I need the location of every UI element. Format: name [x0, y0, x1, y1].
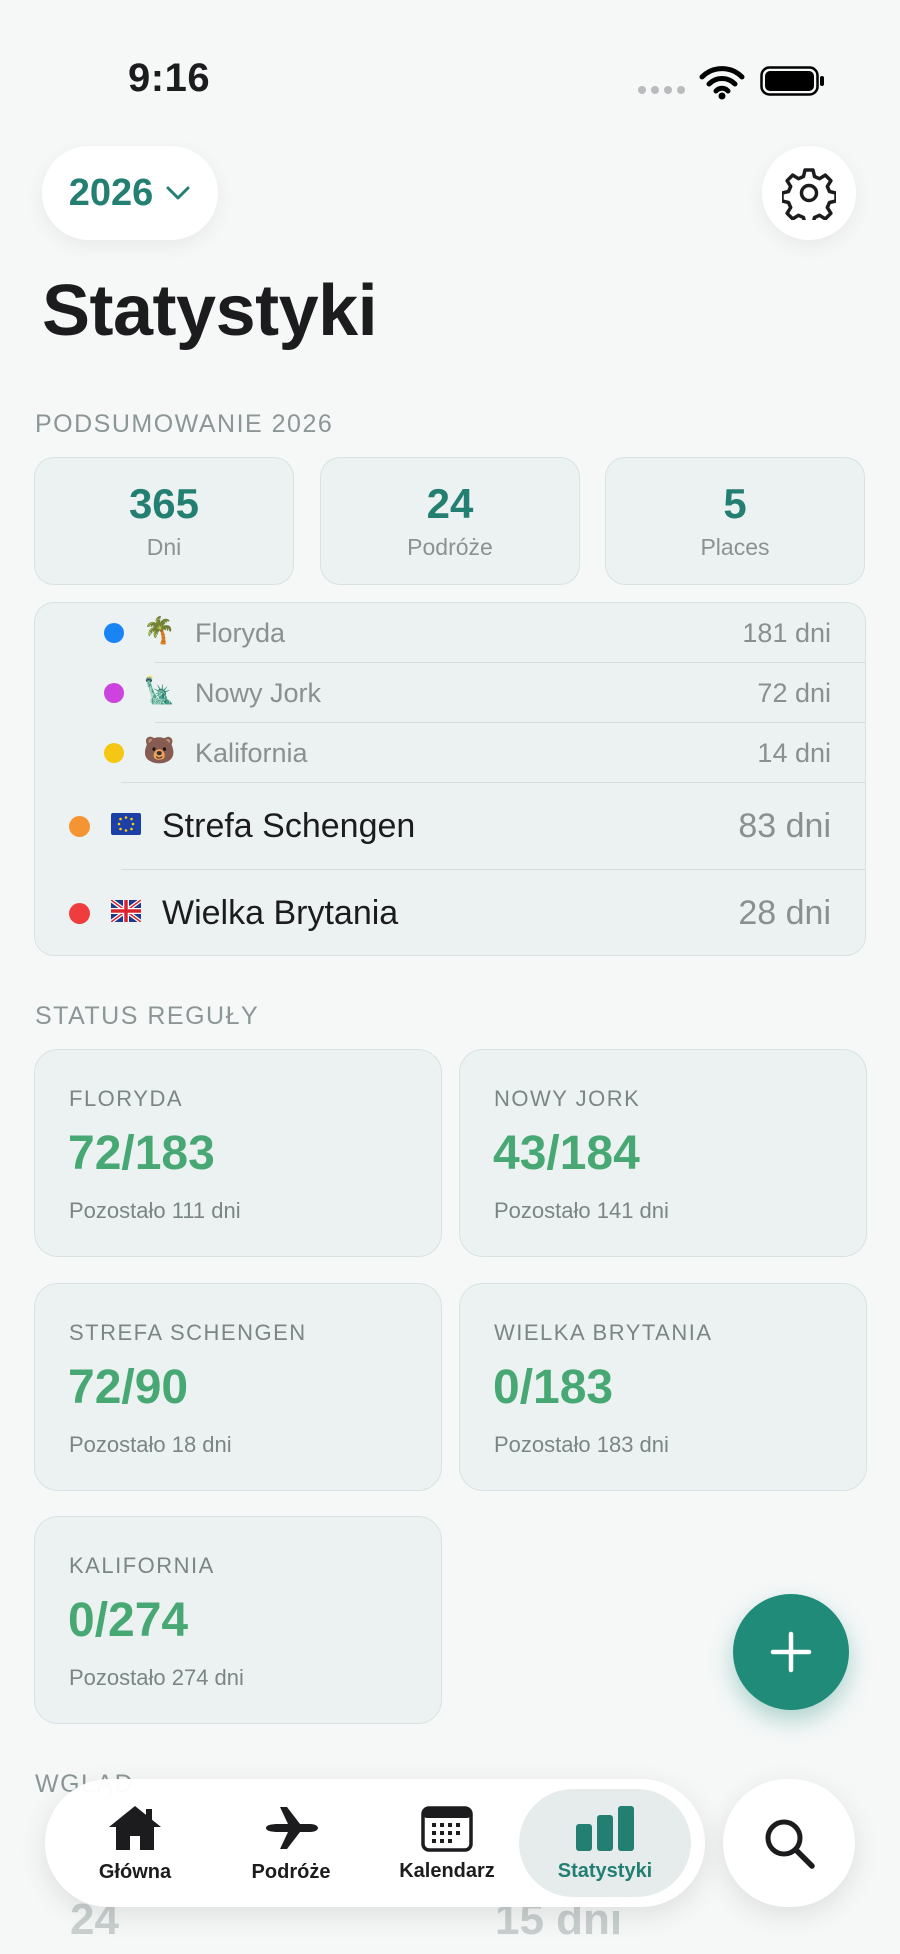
- rule-card-kalifornia[interactable]: KALIFORNIA 0/274 Pozostało 274 dni: [34, 1516, 442, 1724]
- rule-value: 0/274: [68, 1594, 189, 1647]
- tab-label: Główna: [98, 1860, 172, 1883]
- gear-icon: [782, 168, 836, 220]
- add-trip-button[interactable]: [733, 1594, 849, 1710]
- wifi-icon: [699, 66, 745, 100]
- eu-flag-icon: [111, 813, 141, 835]
- tab-calendar[interactable]: Kalendarz: [377, 1779, 517, 1907]
- status-time: 9:16: [128, 56, 211, 100]
- rule-remaining: Pozostało 18 dni: [69, 1432, 232, 1457]
- summary-value: 24: [426, 480, 474, 528]
- list-item[interactable]: Wielka Brytania 28 dni: [35, 870, 865, 955]
- rule-value: 72/183: [68, 1127, 215, 1180]
- rules-section-label: STATUS REGUŁY: [35, 1002, 260, 1030]
- region-color-dot: [104, 683, 124, 703]
- rule-title: FLORYDA: [69, 1086, 184, 1111]
- region-name: Wielka Brytania: [162, 894, 399, 932]
- rule-remaining: Pozostało 274 dni: [69, 1665, 244, 1690]
- rule-card-wielka-brytania[interactable]: WIELKA BRYTANIA 0/183 Pozostało 183 dni: [459, 1283, 867, 1491]
- region-days: 83 dni: [738, 807, 831, 845]
- region-color-dot: [69, 816, 90, 837]
- region-days: 14 dni: [757, 738, 831, 768]
- cellular-signal-icon: [638, 86, 685, 94]
- summary-label: Dni: [146, 533, 182, 560]
- summary-section-label: PODSUMOWANIE 2026: [35, 410, 334, 438]
- region-name: Floryda: [195, 618, 286, 648]
- summary-days-box: 365 Dni: [34, 457, 294, 585]
- summary-value: 5: [723, 480, 747, 528]
- summary-trips-box: 24 Podróże: [320, 457, 580, 585]
- plus-icon: [770, 1631, 812, 1673]
- tab-label: Statystyki: [557, 1859, 653, 1882]
- search-icon: [765, 1819, 815, 1869]
- rule-title: NOWY JORK: [494, 1086, 641, 1111]
- region-name: Kalifornia: [195, 738, 308, 768]
- battery-icon: [760, 66, 824, 96]
- bear-icon: 🐻: [143, 735, 176, 765]
- rule-title: KALIFORNIA: [69, 1553, 215, 1578]
- year-label: 2026: [68, 171, 154, 214]
- chevron-down-icon: [166, 186, 190, 200]
- house-icon: [109, 1805, 161, 1850]
- summary-places-box: 5 Places: [605, 457, 865, 585]
- rule-remaining: Pozostało 183 dni: [494, 1432, 669, 1457]
- tab-label: Podróże: [251, 1860, 331, 1883]
- list-item[interactable]: 🐻 Kalifornia 14 dni: [35, 723, 865, 783]
- rule-title: STREFA SCHENGEN: [69, 1320, 307, 1345]
- rule-value: 72/90: [68, 1361, 189, 1414]
- list-item[interactable]: 🌴 Floryda 181 dni: [35, 603, 865, 663]
- settings-button[interactable]: [762, 146, 856, 240]
- rule-card-strefa-schengen[interactable]: STREFA SCHENGEN 72/90 Pozostało 18 dni: [34, 1283, 442, 1491]
- region-color-dot: [104, 743, 124, 763]
- rule-value: 0/183: [493, 1361, 614, 1414]
- summary-label: Places: [700, 533, 770, 560]
- regions-list: 🌴 Floryda 181 dni 🗽 Nowy Jork 72 dni 🐻 K…: [34, 602, 866, 956]
- uk-flag-icon: [111, 900, 141, 922]
- airplane-icon: [266, 1806, 318, 1849]
- calendar-icon: [421, 1805, 473, 1852]
- rule-remaining: Pozostało 141 dni: [494, 1198, 669, 1223]
- rule-title: WIELKA BRYTANIA: [494, 1320, 713, 1345]
- tab-bar: Główna Podróże Kalendarz Statystyki: [45, 1779, 705, 1907]
- search-button[interactable]: [723, 1779, 855, 1907]
- region-days: 28 dni: [738, 894, 831, 932]
- summary-value: 365: [128, 480, 200, 528]
- rule-card-nowy-jork[interactable]: NOWY JORK 43/184 Pozostało 141 dni: [459, 1049, 867, 1257]
- summary-label: Podróże: [407, 533, 493, 560]
- list-item[interactable]: Strefa Schengen 83 dni: [35, 783, 865, 869]
- rule-remaining: Pozostało 111 dni: [69, 1198, 241, 1223]
- rule-card-floryda[interactable]: FLORYDA 72/183 Pozostało 111 dni: [34, 1049, 442, 1257]
- tab-home[interactable]: Główna: [65, 1779, 205, 1907]
- bar-chart-icon: [576, 1805, 634, 1851]
- year-selector[interactable]: 2026: [42, 146, 218, 240]
- statue-of-liberty-icon: 🗽: [143, 675, 176, 705]
- region-color-dot: [104, 623, 124, 643]
- region-days: 72 dni: [757, 678, 831, 708]
- region-days: 181 dni: [742, 618, 831, 648]
- palm-tree-icon: 🌴: [143, 615, 176, 645]
- tab-statistics[interactable]: Statystyki: [519, 1789, 691, 1897]
- page-title: Statystyki: [42, 271, 378, 351]
- list-item[interactable]: 🗽 Nowy Jork 72 dni: [35, 663, 865, 723]
- region-name: Nowy Jork: [195, 678, 322, 708]
- rule-value: 43/184: [493, 1127, 640, 1180]
- tab-trips[interactable]: Podróże: [221, 1779, 361, 1907]
- region-name: Strefa Schengen: [162, 807, 416, 845]
- tab-label: Kalendarz: [399, 1859, 495, 1882]
- region-color-dot: [69, 903, 90, 924]
